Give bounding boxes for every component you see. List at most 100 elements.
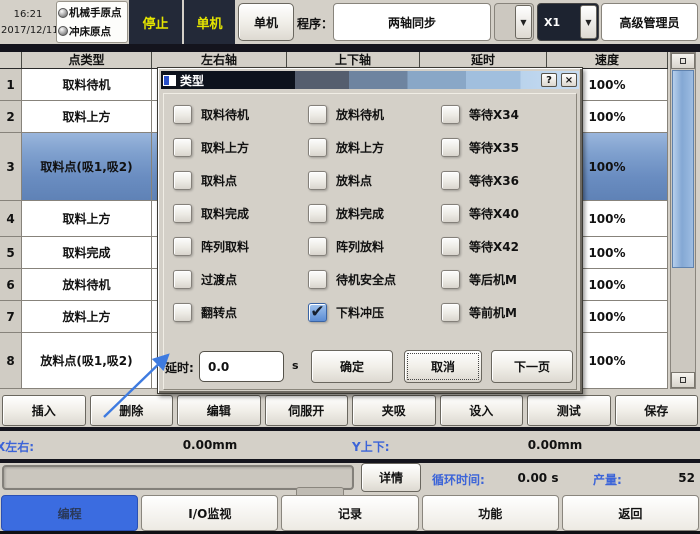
stop-status-indicator[interactable]: 停止 [129, 0, 182, 44]
checkbox-unchecked[interactable] [173, 237, 192, 256]
point-type-cell[interactable]: 取料上方 [22, 201, 152, 237]
checkbox-option: 取料上方 [173, 137, 249, 157]
point-type-cell[interactable]: 取料点(吸1,吸2) [22, 133, 152, 201]
program-select[interactable]: 两轴同步 [333, 3, 491, 41]
test-button[interactable]: 测试 [527, 395, 611, 426]
clamp-suction-button[interactable]: 夹吸 [352, 395, 436, 426]
axis-select[interactable]: X1 ▼ [537, 3, 599, 41]
checkbox-unchecked[interactable] [308, 138, 327, 157]
tab-programming[interactable]: 编程 [1, 495, 138, 531]
checkbox-unchecked[interactable] [173, 105, 192, 124]
checkbox-unchecked[interactable] [441, 204, 460, 223]
row-number[interactable]: 4 [0, 201, 22, 237]
checkbox-label: 翻转点 [201, 304, 237, 321]
checkbox-option: 待机安全点 [308, 269, 396, 289]
dialog-help-button[interactable]: ? [541, 73, 557, 87]
dialog-footer-row: 延时: s 确定取消下一页 [161, 350, 579, 384]
row-number[interactable]: 3 [0, 133, 22, 201]
scroll-up-button[interactable] [671, 53, 695, 69]
point-type-cell[interactable]: 取料待机 [22, 69, 152, 101]
delete-button[interactable]: 删除 [90, 395, 174, 426]
checkbox-unchecked[interactable] [173, 171, 192, 190]
insert-button[interactable]: 插入 [2, 395, 86, 426]
column-header[interactable]: 延时 [420, 52, 547, 68]
checkbox-unchecked[interactable] [173, 204, 192, 223]
row-number[interactable]: 1 [0, 69, 22, 101]
clock: 16:21 2017/12/11 [1, 3, 55, 41]
point-type-cell[interactable]: 放料上方 [22, 301, 152, 333]
dialog-title-bar[interactable]: 类型 ? × [161, 71, 579, 89]
column-header[interactable]: 速度 [547, 52, 668, 68]
column-header[interactable]: 左右轴 [152, 52, 287, 68]
scroll-down-button[interactable] [671, 372, 695, 388]
chevron-down-icon[interactable]: ▼ [515, 5, 532, 39]
checkbox-label: 阵列放料 [336, 238, 384, 255]
checkbox-unchecked[interactable] [441, 237, 460, 256]
checkbox-unchecked[interactable] [308, 105, 327, 124]
edit-button[interactable]: 编辑 [177, 395, 261, 426]
column-header[interactable]: 点类型 [22, 52, 152, 68]
single-machine-button[interactable]: 单机 [238, 3, 294, 41]
checkbox-unchecked[interactable] [441, 105, 460, 124]
servo-on-button[interactable]: 伺服开 [265, 395, 349, 426]
x-axis-label: X左右: [0, 438, 34, 455]
tab-return[interactable]: 返回 [562, 495, 699, 531]
radio-manipulator-origin[interactable]: 机械手原点 [58, 5, 126, 20]
radio-press-origin[interactable]: 冲床原点 [58, 24, 126, 39]
delay-label: 延时: [165, 359, 194, 376]
point-type-cell[interactable]: 放料点(吸1,吸2) [22, 333, 152, 389]
radio-icon [58, 8, 68, 18]
panel-stub [296, 487, 344, 495]
details-button[interactable]: 详情 [361, 463, 421, 492]
row-number[interactable]: 5 [0, 237, 22, 269]
checkbox-unchecked[interactable] [441, 303, 460, 322]
checkbox-unchecked[interactable] [441, 138, 460, 157]
checkbox-option: 放料待机 [308, 104, 384, 124]
cancel-button[interactable]: 取消 [404, 350, 482, 383]
chevron-down-icon[interactable]: ▼ [580, 5, 597, 39]
checkbox-label: 过渡点 [201, 271, 237, 288]
point-type-cell[interactable]: 取料上方 [22, 101, 152, 133]
checkbox-unchecked[interactable] [441, 270, 460, 289]
save-button[interactable]: 保存 [615, 395, 699, 426]
checkbox-unchecked[interactable] [441, 171, 460, 190]
next-page-button[interactable]: 下一页 [491, 350, 573, 383]
row-number[interactable]: 7 [0, 301, 22, 333]
checkbox-unchecked[interactable] [308, 270, 327, 289]
dialog-close-button[interactable]: × [561, 73, 577, 87]
program-dropdown[interactable]: ▼ [494, 3, 534, 41]
confirm-button[interactable]: 确定 [311, 350, 393, 383]
point-type-cell[interactable]: 放料待机 [22, 269, 152, 301]
row-number[interactable]: 8 [0, 333, 22, 389]
checkbox-unchecked[interactable] [173, 303, 192, 322]
delay-unit: s [292, 359, 299, 372]
checkbox-unchecked[interactable] [173, 138, 192, 157]
checkbox-unchecked[interactable] [173, 270, 192, 289]
row-number[interactable]: 6 [0, 269, 22, 301]
row-number[interactable]: 2 [0, 101, 22, 133]
tab-function[interactable]: 功能 [422, 495, 559, 531]
checkbox-checked[interactable]: ✔ [308, 303, 327, 322]
single-mode-indicator[interactable]: 单机 [184, 0, 235, 44]
info-bar: 详情 循环时间: 0.00 s 产量: 52 [0, 463, 700, 493]
checkbox-unchecked[interactable] [308, 204, 327, 223]
checkbox-option: 等后机M [441, 269, 517, 289]
divider-strip [0, 44, 700, 52]
set-in-button[interactable]: 设入 [440, 395, 524, 426]
checkbox-label: 等待X36 [469, 172, 519, 189]
radio-icon [58, 26, 68, 36]
column-header[interactable]: 上下轴 [287, 52, 420, 68]
cycle-time-value: 0.00 s [503, 471, 573, 485]
scroll-square-icon [680, 58, 686, 64]
checkbox-unchecked[interactable] [308, 237, 327, 256]
checkbox-label: 取料上方 [201, 139, 249, 156]
checkbox-unchecked[interactable] [308, 171, 327, 190]
scrollbar-thumb[interactable] [672, 70, 694, 268]
table-scrollbar[interactable] [670, 52, 696, 389]
point-type-cell[interactable]: 取料完成 [22, 237, 152, 269]
cycle-time-label: 循环时间: [432, 471, 485, 488]
tab-record[interactable]: 记录 [281, 495, 418, 531]
tab-io-monitor[interactable]: I/O监视 [141, 495, 278, 531]
delay-input[interactable] [199, 351, 284, 382]
radio-label: 冲床原点 [69, 24, 111, 39]
